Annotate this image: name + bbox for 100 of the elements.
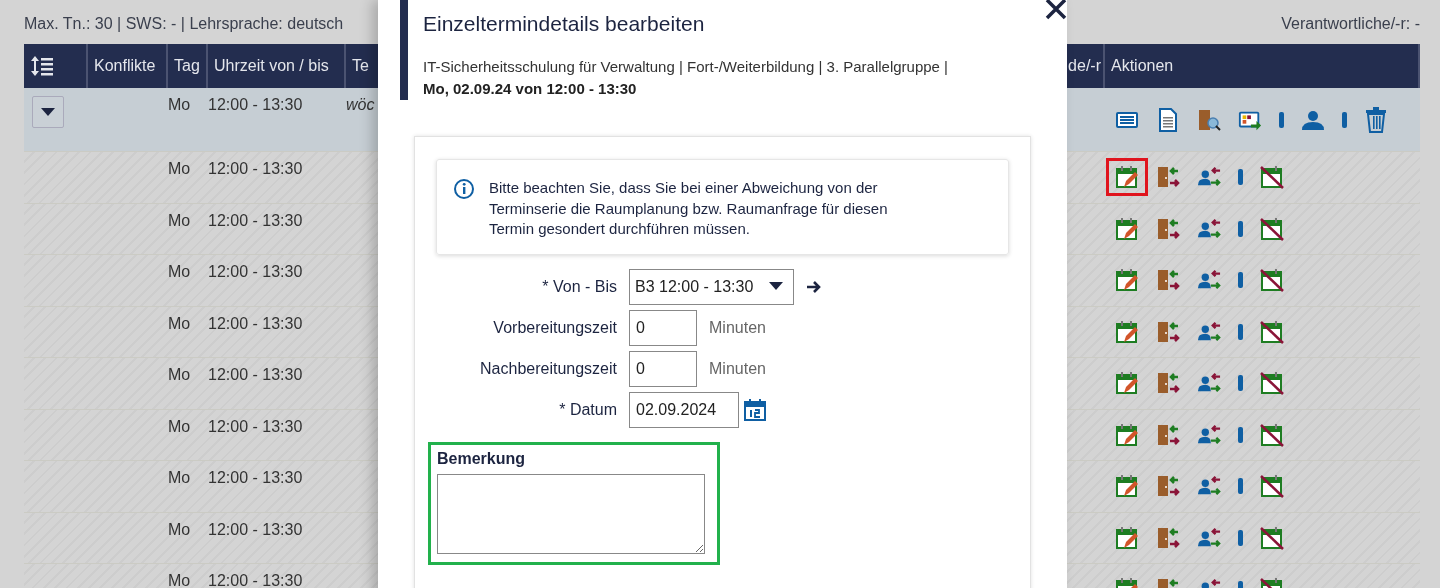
door-arrows-icon xyxy=(1156,371,1180,396)
door-arrows-icon xyxy=(1156,268,1180,293)
action-button[interactable] xyxy=(1156,319,1180,344)
table-cell: wöc xyxy=(346,96,375,113)
table-cell: 12:00 - 13:30 xyxy=(208,211,303,229)
action-button[interactable] xyxy=(1197,525,1221,550)
table-cell: Mo xyxy=(168,417,191,435)
action-button[interactable] xyxy=(1156,525,1180,550)
info-text: Bitte beachten Sie, dass Sie bei einer Abweichung von der Terminserie die Raumplanung bzw. Raumanfrage für diesen Termin gesondert durchführen müssen. xyxy=(489,178,889,239)
action-button[interactable] xyxy=(1260,216,1284,241)
column-header: Konflikte xyxy=(94,57,156,75)
trash-icon xyxy=(1365,106,1387,133)
calendar-crossed-icon xyxy=(1260,268,1284,293)
time-select[interactable]: B3 12:00 - 13:30 xyxy=(629,268,794,305)
edit-date-button[interactable] xyxy=(1115,525,1139,550)
table-cell: Mo xyxy=(168,520,191,538)
separator-icon xyxy=(1238,426,1243,443)
calendar-edit-icon xyxy=(1115,319,1139,344)
calendar-edit-icon xyxy=(1115,268,1139,293)
table-cell: 12:00 - 13:30 xyxy=(208,314,303,332)
separator-icon xyxy=(1238,323,1243,340)
action-button[interactable] xyxy=(1197,319,1221,344)
column-header: Tag xyxy=(174,57,200,75)
action-button[interactable] xyxy=(1260,525,1284,550)
column-header: Te xyxy=(352,57,369,75)
action-button[interactable] xyxy=(1197,216,1221,241)
door-arrows-icon xyxy=(1156,474,1180,499)
action-button[interactable] xyxy=(1156,165,1180,190)
edit-date-button[interactable] xyxy=(1106,158,1148,197)
calendar-crossed-icon xyxy=(1260,371,1284,396)
action-button[interactable] xyxy=(1364,107,1388,132)
input-field[interactable]: 0 xyxy=(629,350,697,387)
table-cell: 12:00 - 13:30 xyxy=(208,366,303,383)
dialog-subtitle: IT-Sicherheitsschulung für Verwaltung | Fort-/Weiterbildung | 3. Parallelgruppe | xyxy=(423,57,949,77)
document-icon xyxy=(1158,107,1178,132)
calendar-edit-icon xyxy=(1115,474,1139,499)
table-cell: 12:00 - 13:30 xyxy=(208,572,303,588)
separator-icon xyxy=(1238,529,1243,546)
calendar-edit-icon xyxy=(1115,371,1139,396)
calendar-crossed-icon xyxy=(1260,474,1284,499)
dialog-title: Einzeltermindetails bearbeiten xyxy=(423,12,706,36)
edit-date-button[interactable] xyxy=(1115,371,1139,396)
action-button[interactable] xyxy=(1260,474,1284,499)
action-button[interactable] xyxy=(1260,319,1284,344)
separator-icon xyxy=(1238,169,1243,186)
person-arrows-icon xyxy=(1197,422,1221,447)
table-cell: Mo xyxy=(168,160,191,177)
action-button[interactable] xyxy=(1156,371,1180,396)
field-label: * Von - Bis xyxy=(541,277,617,296)
calendar-crossed-icon xyxy=(1260,319,1284,344)
close-icon xyxy=(1045,0,1067,20)
table-cell: Mo xyxy=(168,366,191,383)
calendar-crossed-icon xyxy=(1260,422,1284,447)
door-arrows-icon xyxy=(1156,525,1180,550)
door-search-icon xyxy=(1197,107,1221,132)
calendar-crossed-icon xyxy=(1260,525,1284,550)
door-arrows-icon xyxy=(1156,165,1180,190)
expand-button[interactable] xyxy=(32,96,64,128)
calendar-edit-icon xyxy=(1115,525,1139,550)
action-button[interactable] xyxy=(1156,422,1180,447)
calendar-edit-icon xyxy=(1115,422,1139,447)
action-button[interactable] xyxy=(1197,422,1221,447)
door-arrows-icon xyxy=(1156,216,1180,241)
separator-icon xyxy=(1342,111,1347,128)
edit-date-button[interactable] xyxy=(1115,319,1139,344)
calendar-crossed-icon xyxy=(1260,216,1284,241)
action-button[interactable] xyxy=(1156,474,1180,499)
action-button[interactable] xyxy=(1260,371,1284,396)
edit-date-button[interactable] xyxy=(1115,216,1139,241)
dialog-date: Mo, 02.09.24 von 12:00 - 13:30 xyxy=(423,79,638,99)
action-button[interactable] xyxy=(1156,216,1180,241)
table-cell: Mo xyxy=(168,469,191,486)
edit-date-button[interactable] xyxy=(1115,422,1139,447)
edit-date-button[interactable] xyxy=(1115,474,1139,499)
table-cell: 12:00 - 13:30 xyxy=(208,417,303,435)
field-label: Vorbereitungszeit xyxy=(492,318,617,337)
info-icon xyxy=(453,178,475,200)
table-cell: Mo xyxy=(168,263,191,280)
person-arrows-icon xyxy=(1197,525,1221,550)
action-button[interactable] xyxy=(1260,165,1284,190)
column-header: de/-r xyxy=(1068,57,1101,75)
arrow-right-icon xyxy=(806,278,822,295)
calendar-button[interactable] xyxy=(743,397,767,422)
action-button[interactable] xyxy=(1260,268,1284,293)
table-cell: Mo xyxy=(168,314,191,332)
field-label: Nachbereitungszeit xyxy=(479,359,617,378)
action-button[interactable] xyxy=(1156,107,1180,132)
table-cell: 12:00 - 13:30 xyxy=(208,520,303,538)
separator-icon xyxy=(1279,111,1284,128)
date-field[interactable]: 02.09.2024 xyxy=(629,391,739,428)
remark-field[interactable] xyxy=(437,473,705,554)
action-button[interactable] xyxy=(1260,422,1284,447)
column-header: Aktionen xyxy=(1111,57,1174,75)
field-label: * Datum xyxy=(558,400,617,419)
action-button[interactable] xyxy=(1156,268,1180,293)
input-field[interactable]: 0 xyxy=(629,309,697,346)
calendar-icon xyxy=(743,397,767,422)
edit-date-button[interactable] xyxy=(1115,268,1139,293)
calendar-crossed-icon xyxy=(1260,165,1284,190)
separator-icon xyxy=(1238,272,1243,289)
